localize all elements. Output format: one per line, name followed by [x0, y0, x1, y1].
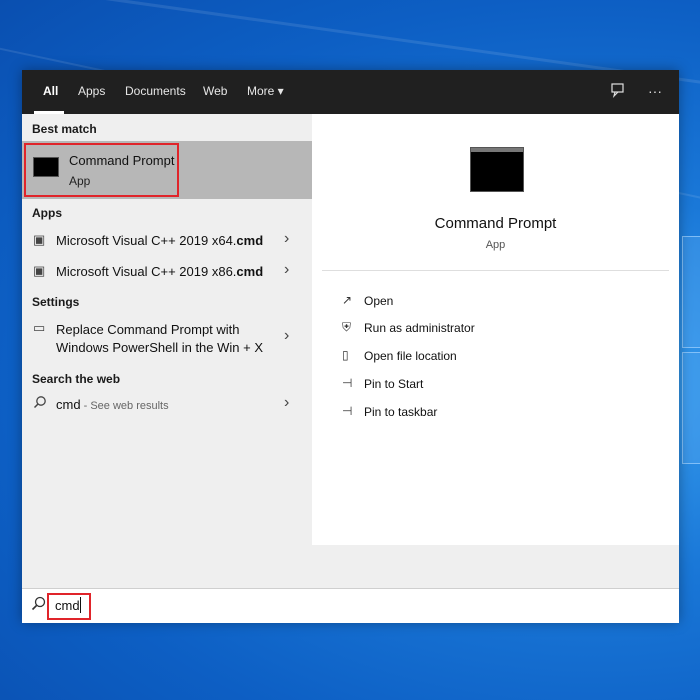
chevron-right-icon[interactable]: ›	[284, 394, 289, 412]
result-details-pane: Command Prompt App ↗ Open ⛨ Run as admin…	[312, 114, 679, 588]
command-prompt-large-icon	[470, 147, 524, 192]
file-icon: ▯	[342, 348, 349, 362]
chevron-right-icon[interactable]: ›	[284, 327, 289, 345]
app-installer-icon: ▣	[33, 263, 46, 278]
divider	[322, 270, 669, 271]
feedback-icon[interactable]	[610, 82, 626, 101]
open-icon: ↗	[342, 293, 353, 307]
search-icon	[33, 395, 47, 412]
wallpaper-window-pane	[682, 236, 700, 348]
search-panel: All Apps Documents Web More ▾ ··· Best m…	[22, 70, 679, 623]
list-item[interactable]: ▣ Microsoft Visual C++ 2019 x86.cmd ›	[22, 256, 312, 286]
tab-all[interactable]: All	[43, 70, 58, 114]
app-result-label: Microsoft Visual C++ 2019 x64.cmd	[56, 233, 264, 248]
section-heading-apps: Apps	[32, 206, 62, 220]
settings-result-line1: Replace Command Prompt with	[56, 322, 240, 337]
action-label: Open	[364, 294, 394, 308]
wallpaper-window-pane	[682, 352, 700, 464]
tab-more[interactable]: More ▾	[247, 70, 284, 114]
laptop-icon: ▭	[33, 320, 46, 335]
tab-documents[interactable]: Documents	[125, 70, 186, 114]
details-pane-footer	[312, 545, 679, 588]
details-title: Command Prompt	[434, 215, 557, 232]
shield-icon: ⛨	[342, 320, 352, 334]
best-match-highlight-box	[24, 143, 179, 197]
settings-result[interactable]: ▭ Replace Command Prompt with Windows Po…	[22, 318, 312, 358]
more-options-icon[interactable]: ···	[648, 83, 662, 99]
pin-icon: ⊣	[342, 404, 353, 418]
action-label: Run as administrator	[364, 321, 475, 335]
action-label: Pin to taskbar	[364, 405, 438, 419]
search-input-highlight-box	[47, 593, 91, 620]
web-search-result[interactable]: cmd - See web results ›	[22, 389, 312, 419]
details-subtitle: App	[485, 239, 506, 251]
app-result-label: Microsoft Visual C++ 2019 x86.cmd	[56, 264, 264, 279]
action-label: Pin to Start	[364, 377, 424, 391]
tab-apps[interactable]: Apps	[78, 70, 105, 114]
chevron-right-icon[interactable]: ›	[284, 261, 289, 279]
results-list: Best match Command Prompt App Apps ▣ Mic…	[22, 114, 312, 588]
web-search-label: cmd - See web results	[56, 397, 169, 412]
app-installer-icon: ▣	[33, 232, 46, 247]
section-heading-settings: Settings	[32, 295, 80, 309]
list-item[interactable]: ▣ Microsoft Visual C++ 2019 x64.cmd ›	[22, 225, 312, 255]
action-label: Open file location	[364, 349, 457, 363]
tab-web[interactable]: Web	[203, 70, 227, 114]
search-tabs-bar: All Apps Documents Web More ▾ ···	[22, 70, 679, 114]
search-icon	[31, 596, 46, 614]
chevron-right-icon[interactable]: ›	[284, 230, 289, 248]
pin-icon: ⊣	[342, 376, 353, 390]
section-heading-best-match: Best match	[32, 122, 97, 136]
settings-result-line2: Windows PowerShell in the Win + X	[56, 340, 264, 355]
search-box[interactable]: cmd	[22, 588, 679, 623]
section-heading-search-web: Search the web	[32, 372, 121, 386]
